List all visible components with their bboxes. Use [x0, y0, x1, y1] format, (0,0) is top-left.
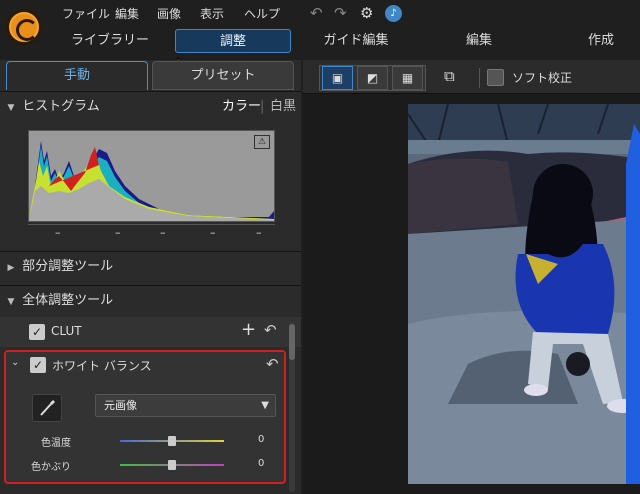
chevron-down-icon[interactable]: ⌄: [11, 357, 19, 368]
histogram-readout: –: [55, 226, 61, 239]
reset-icon[interactable]: ↶: [264, 321, 277, 339]
clut-row: ✓ CLUT + ↶: [0, 317, 301, 347]
tint-value: 0: [258, 458, 265, 469]
histogram-title: ヒストグラム: [22, 99, 100, 114]
tint-slider-knob[interactable]: [168, 460, 176, 470]
nav-tab-adjust[interactable]: 調整: [175, 29, 291, 53]
single-view-button[interactable]: ▣: [322, 66, 353, 90]
nav-tab-library[interactable]: ライブラリー: [60, 29, 160, 53]
eyedropper-button[interactable]: [32, 394, 62, 422]
nav-tab-edit[interactable]: 編集: [446, 29, 512, 53]
temperature-label: 色温度: [41, 438, 71, 449]
app-window: ファイル 編集 画像 表示 ヘルプ ↶ ↷ ⚙ ♪ ライブラリー 調整 ガイド編…: [0, 0, 640, 494]
clut-label: CLUT: [51, 324, 82, 338]
tab-preset[interactable]: プリセット: [152, 61, 294, 90]
undo-icon[interactable]: ↶: [310, 4, 323, 22]
histogram-header[interactable]: ▼ ヒストグラム カラー | 白黒: [0, 91, 301, 121]
histogram-readout: –: [210, 226, 216, 239]
grid-view-icon: ▦: [401, 71, 414, 85]
soft-proof-checkbox[interactable]: [487, 69, 504, 86]
temperature-value: 0: [258, 434, 265, 445]
redo-icon[interactable]: ↷: [334, 4, 347, 22]
partial-tools-label: 部分調整ツール: [22, 259, 114, 274]
compare-view-icon: ◩: [366, 71, 379, 85]
tint-label: 色かぶり: [31, 462, 71, 473]
white-balance-panel: ⌄ ✓ ホワイト バランス ↶ 色温度 0 色かぶり 0: [4, 350, 286, 484]
dropdown-arrow-icon: ▼: [261, 400, 269, 411]
notification-icon[interactable]: ♪: [385, 5, 402, 22]
single-view-icon: ▣: [331, 71, 344, 85]
white-balance-preset-value: 元画像: [104, 399, 137, 412]
histogram-readout: –: [160, 226, 166, 239]
temperature-label-wrap: 色温度: [19, 434, 71, 449]
global-tools-label: 全体調整ツール: [22, 293, 114, 308]
global-tools-header[interactable]: ▼ 全体調整ツール: [0, 285, 301, 315]
photo-preview: [408, 104, 640, 484]
grid-view-button[interactable]: ▦: [392, 66, 423, 90]
white-balance-label: ホワイト バランス: [52, 359, 152, 373]
histogram-readout: –: [115, 226, 121, 239]
tab-manual[interactable]: 手動: [6, 61, 148, 90]
histogram-graph: ⚠: [28, 130, 275, 222]
histogram-mono-mode[interactable]: 白黒: [270, 92, 296, 122]
partial-tools-header[interactable]: ▶ 部分調整ツール: [0, 251, 301, 281]
app-logo-icon[interactable]: [6, 9, 42, 45]
plus-icon[interactable]: +: [241, 319, 256, 340]
histogram-color-mode[interactable]: カラー: [222, 92, 261, 122]
gear-icon[interactable]: ⚙: [360, 4, 373, 22]
chevron-down-icon: ▼: [7, 103, 15, 113]
white-balance-checkbox[interactable]: ✓: [30, 357, 46, 373]
reset-icon[interactable]: ↶: [266, 355, 279, 373]
histogram-readout: –: [256, 226, 262, 239]
panel-scrollbar[interactable]: [289, 322, 295, 492]
temperature-slider-knob[interactable]: [168, 436, 176, 446]
chevron-right-icon: ▶: [7, 263, 15, 273]
fit-screen-icon[interactable]: ⧉: [444, 67, 455, 85]
temperature-slider[interactable]: [120, 436, 224, 446]
menu-help[interactable]: ヘルプ: [244, 5, 280, 22]
compare-view-button[interactable]: ◩: [357, 66, 388, 90]
chevron-down-icon: ▼: [7, 297, 15, 307]
clut-checkbox[interactable]: ✓: [29, 324, 45, 340]
menu-edit[interactable]: 編集: [115, 5, 139, 22]
eyedropper-icon: [40, 400, 55, 416]
menu-view[interactable]: 表示: [200, 5, 224, 22]
nav-tab-guided-edit[interactable]: ガイド編集: [306, 29, 406, 53]
histogram-warning-icon[interactable]: ⚠: [254, 135, 270, 149]
menu-file[interactable]: ファイル: [62, 5, 110, 22]
soft-proof-label: ソフト校正: [512, 71, 573, 85]
tint-slider[interactable]: [120, 460, 224, 470]
white-balance-preset-select[interactable]: 元画像 ▼: [95, 394, 276, 417]
menu-image[interactable]: 画像: [157, 5, 181, 22]
nav-tab-create[interactable]: 作成: [568, 29, 634, 53]
